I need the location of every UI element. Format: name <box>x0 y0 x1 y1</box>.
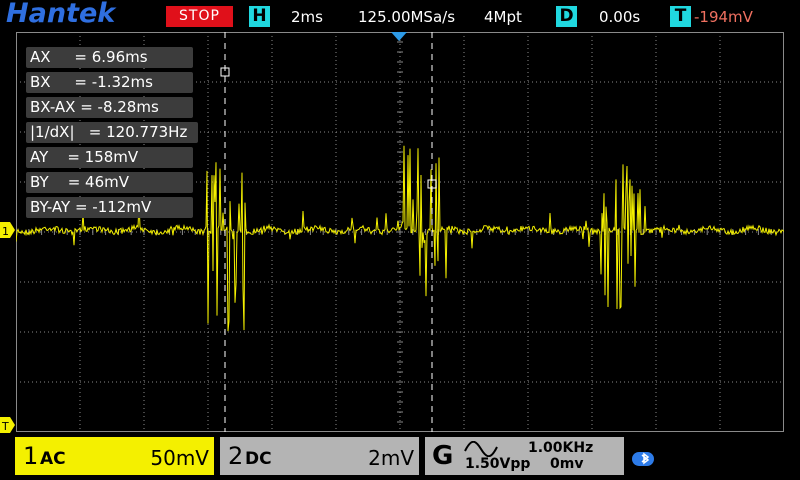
measurement-bx: BX = -1.32ms <box>26 72 193 93</box>
delay-tag: D <box>556 6 577 27</box>
channel1-scale: 50mV <box>150 446 209 470</box>
trigger-level-readout[interactable]: -194mV <box>694 8 753 27</box>
trigger-level-marker[interactable]: T <box>0 415 16 435</box>
generator-amplitude: 1.50Vpp <box>465 456 531 472</box>
measurement-freq: |1/dX| = 120.773Hz <box>26 122 198 143</box>
trigger-tag: T <box>670 6 691 27</box>
channel2-coupling: DC <box>245 449 272 469</box>
generator-offset: 0mv <box>550 456 584 472</box>
measurement-ax: AX = 6.96ms <box>26 47 193 68</box>
channel2-number: 2 <box>228 442 244 470</box>
measurement-by: BY = 46mV <box>26 172 193 193</box>
brand-logo: Hantek <box>6 0 116 29</box>
trigger-position-marker[interactable] <box>391 32 407 41</box>
channel2-settings[interactable]: 2 DC 2mV <box>220 437 419 475</box>
sine-wave-icon <box>464 441 498 457</box>
channel1-marker-label: 1 <box>2 225 9 238</box>
generator-frequency: 1.00KHz <box>528 440 594 456</box>
channel2-scale: 2mV <box>368 446 414 470</box>
run-stop-button[interactable]: STOP <box>166 6 233 27</box>
trigger-marker-label: T <box>1 420 9 433</box>
channel1-settings[interactable]: 1 AC 50mV <box>15 437 214 475</box>
delay-readout[interactable]: 0.00s <box>599 8 640 27</box>
measurement-by-ay: BY-AY = -112mV <box>26 197 193 218</box>
measurement-ay: AY = 158mV <box>26 147 193 168</box>
bluetooth-icon <box>632 452 654 466</box>
timebase-readout[interactable]: 2ms <box>291 8 323 27</box>
memory-depth-readout[interactable]: 4Mpt <box>484 8 522 27</box>
signal-generator-settings[interactable]: G 1.00KHz 1.50Vpp 0mv <box>425 437 624 475</box>
channel1-coupling: AC <box>40 449 66 469</box>
sample-rate-readout: 125.00MSa/s <box>358 8 456 26</box>
channel1-number: 1 <box>23 442 39 470</box>
measurement-bx-ax: BX-AX = -8.28ms <box>26 97 193 118</box>
generator-label: G <box>432 441 454 471</box>
channel1-level-marker[interactable]: 1 <box>0 220 16 240</box>
horizontal-tag: H <box>249 6 270 27</box>
